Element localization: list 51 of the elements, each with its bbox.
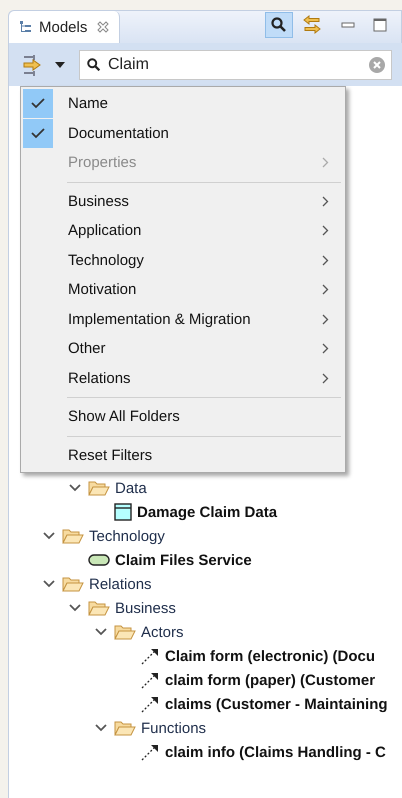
menu-item[interactable]: Reset Filters [21, 440, 345, 470]
menu-item[interactable]: Application [21, 216, 345, 246]
menu-item[interactable]: Show All Folders [21, 402, 345, 432]
service-icon [88, 554, 110, 566]
data-object-icon [114, 503, 132, 521]
chevron-icon[interactable] [43, 580, 55, 588]
element-label[interactable]: Claim Files Service [115, 552, 252, 568]
menu-item[interactable]: Relations [21, 364, 345, 393]
folder-label[interactable]: Relations [89, 576, 152, 592]
arrow-icon [140, 646, 160, 666]
search-field[interactable]: Claim [79, 50, 392, 80]
tab-title: Models [39, 18, 88, 36]
menu-item[interactable]: Motivation [21, 275, 345, 304]
folder-label[interactable]: Actors [141, 624, 184, 640]
chevron-icon[interactable] [95, 724, 107, 732]
folder-icon [114, 624, 136, 640]
element-label[interactable]: claim info (Claims Handling - C [165, 744, 386, 760]
maximize-icon[interactable] [373, 18, 387, 32]
search-icon [270, 16, 288, 34]
models-tab[interactable]: Models [9, 11, 120, 43]
menu-item[interactable]: Other [21, 334, 345, 364]
folder-icon [62, 576, 84, 592]
menu-item[interactable]: Documentation [21, 118, 345, 148]
chevron-icon[interactable] [43, 532, 55, 540]
menu-item[interactable]: Business [21, 186, 345, 216]
menu-item[interactable]: Implementation & Migration [21, 304, 345, 334]
folder-icon [88, 600, 110, 616]
menu-item[interactable]: Technology [21, 246, 345, 275]
chevron-icon[interactable] [95, 628, 107, 636]
element-label[interactable]: Damage Claim Data [137, 504, 278, 520]
folder-icon [62, 528, 84, 544]
close-icon[interactable] [97, 21, 110, 33]
folder-label[interactable]: Business [115, 600, 176, 616]
arrow-icon [140, 670, 160, 690]
element-label[interactable]: Claim form (electronic) (Docu [165, 648, 376, 664]
link-arrows-icon[interactable] [301, 14, 323, 36]
caret-icon[interactable] [55, 62, 65, 68]
element-label[interactable]: claims (Customer - Maintaining [165, 696, 388, 712]
tree-view-icon [19, 20, 33, 34]
search-button[interactable] [265, 12, 293, 38]
arrow-icon [140, 694, 160, 714]
chevron-icon[interactable] [69, 604, 81, 612]
element-label[interactable]: claim form (paper) (Customer [165, 672, 376, 688]
arrow-icon [140, 742, 160, 762]
folder-label[interactable]: Technology [89, 528, 165, 544]
folder-label[interactable]: Functions [141, 720, 206, 736]
folder-icon [114, 720, 136, 736]
menu-item[interactable]: Name [21, 89, 345, 118]
folder-icon [88, 480, 110, 496]
folder-label[interactable]: Data [115, 480, 147, 496]
chevron-icon[interactable] [69, 484, 81, 492]
